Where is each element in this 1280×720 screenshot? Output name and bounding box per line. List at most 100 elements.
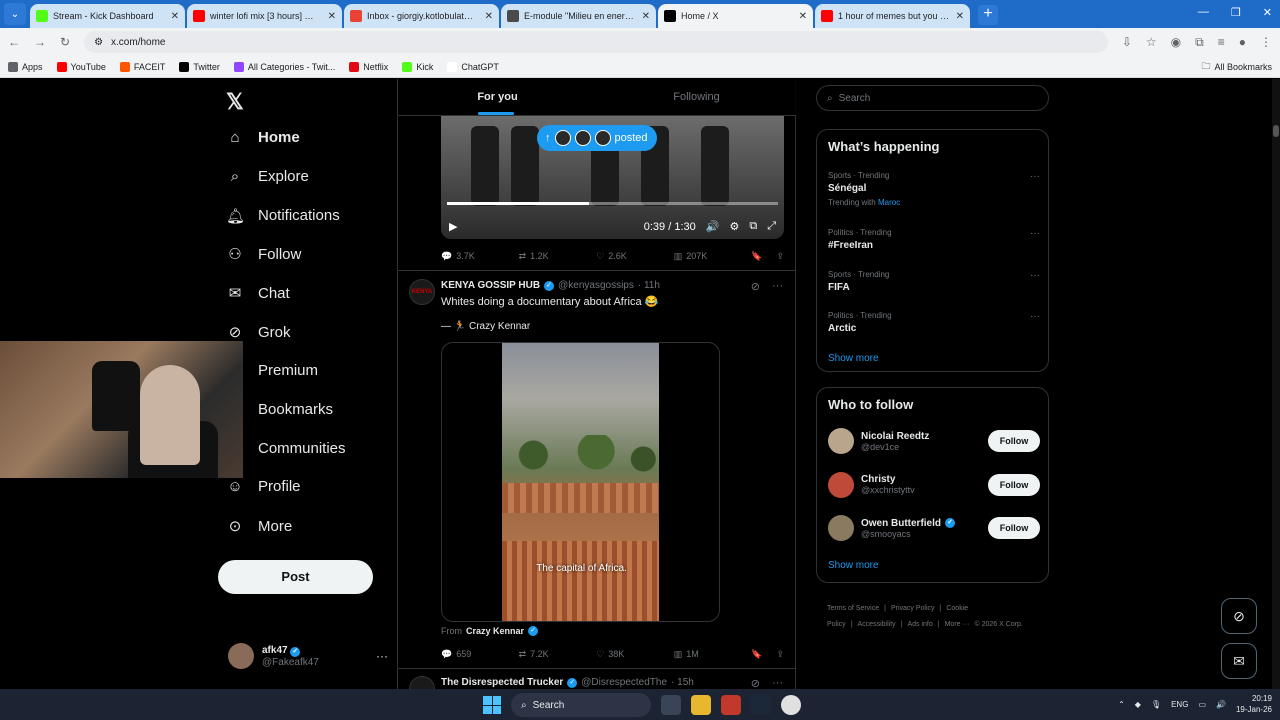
settings-icon[interactable]: ⚙ — [729, 220, 739, 233]
microphone-icon[interactable]: 🎙 — [1151, 700, 1161, 709]
browser-tab[interactable]: winter lofi mix [3 hours] ❄️ rela ✕ — [187, 4, 342, 28]
browser-tab[interactable]: E-module "Milieu en energie in ✕ — [501, 4, 656, 28]
trend-item[interactable]: Sports · Trending Sénégal Trending with Ma… — [828, 171, 1040, 207]
site-info-icon[interactable]: ⚙ — [94, 37, 103, 48]
nav-item-chat[interactable]: ✉ Chat — [226, 284, 290, 303]
show-more-link[interactable]: Show more — [828, 353, 879, 364]
more-dots-icon[interactable]: ··· — [772, 280, 783, 293]
browser-tab[interactable]: Stream - Kick Dashboard ✕ — [30, 4, 185, 28]
follow-suggestion[interactable]: Christy @xxchristyttv Follow — [828, 470, 1040, 500]
follow-button[interactable]: Follow — [988, 517, 1040, 539]
like-button[interactable]: ♡ 38K — [596, 649, 674, 660]
bookmark-item[interactable]: Apps — [8, 61, 43, 72]
display-icon[interactable]: ▭ — [1198, 700, 1206, 709]
browser-tab[interactable]: 1 hour of memes but you will la ✕ — [815, 4, 970, 28]
taskbar-search-input[interactable]: ⌕ Search — [511, 693, 651, 717]
views-button[interactable]: ▥ 1M — [674, 649, 752, 660]
footer-link[interactable]: © 2026 X Corp. — [974, 621, 1022, 628]
grok-icon[interactable]: ⊘ — [751, 280, 760, 293]
bookmark-item[interactable]: Twitter — [179, 61, 220, 72]
video-player[interactable]: ↑ posted ▶ 0:39 / 1:30 🔊 ⚙ ⧉ ⤢ — [441, 116, 784, 239]
footer-link[interactable]: Ads info — [907, 621, 932, 628]
close-tab-icon[interactable]: ✕ — [328, 11, 336, 22]
close-tab-icon[interactable]: ✕ — [799, 11, 807, 22]
star-icon[interactable]: ☆ — [1146, 35, 1157, 50]
file-explorer-icon[interactable] — [691, 695, 711, 715]
app-icon[interactable] — [721, 695, 741, 715]
scrollbar[interactable] — [1272, 79, 1280, 689]
tweet-author[interactable]: The Disrespected Trucker — [441, 677, 563, 688]
more-dots-icon[interactable]: ··· — [1030, 171, 1040, 182]
install-icon[interactable]: ⇩ — [1122, 35, 1132, 50]
bookmark-icon[interactable]: 🔖 — [751, 251, 762, 262]
follow-button[interactable]: Follow — [988, 473, 1040, 496]
nav-item-home[interactable]: ⌂ Home — [226, 129, 299, 146]
clock[interactable]: 20:19 19-Jan-26 — [1236, 693, 1272, 715]
video-player[interactable]: The capital of Africa. — [441, 342, 720, 622]
footer-link[interactable]: Accessibility — [858, 621, 896, 628]
media-icon[interactable]: ≡ — [1218, 35, 1225, 50]
trend-item[interactable]: Politics · Trending Arctic ··· — [828, 311, 1040, 334]
grok-fab-icon[interactable]: ⊘ — [1221, 598, 1257, 634]
task-view-icon[interactable] — [661, 695, 681, 715]
share-icon[interactable]: ⇪ — [776, 251, 784, 262]
bookmark-item[interactable]: YouTube — [56, 61, 106, 72]
pip-icon[interactable]: ⧉ — [749, 220, 757, 233]
tab-search-icon[interactable]: ⌄ — [4, 3, 26, 25]
tweet-time[interactable]: · 11h — [638, 280, 660, 291]
nav-item-explore[interactable]: ⌕ Explore — [226, 168, 309, 185]
footer-link[interactable]: Terms of Service — [827, 605, 879, 612]
scrollbar-thumb[interactable] — [1273, 125, 1279, 137]
reply-button[interactable]: 💬 659 — [441, 649, 519, 660]
footer-link[interactable]: Privacy Policy — [891, 605, 935, 612]
profile-avatar-icon[interactable]: ● — [1239, 35, 1246, 50]
repost-button[interactable]: ⇄ 1.2K — [519, 251, 597, 262]
like-button[interactable]: ♡ 2.6K — [596, 251, 674, 262]
close-tab-icon[interactable]: ✕ — [956, 11, 964, 22]
bookmark-item[interactable]: Kick — [402, 61, 433, 72]
repost-button[interactable]: ⇄ 7.2K — [519, 649, 597, 660]
language-indicator[interactable]: ENG — [1171, 700, 1188, 709]
follow-button[interactable]: Follow — [988, 430, 1040, 452]
views-button[interactable]: ▥ 207K — [674, 251, 752, 262]
more-dots-icon[interactable]: ··· — [1030, 270, 1040, 281]
volume-icon[interactable]: 🔊 — [1216, 700, 1226, 709]
more-dots-icon[interactable]: ··· — [1030, 311, 1040, 322]
browser-tab[interactable]: Inbox - giorgiy.kotlobulat@vda ✕ — [344, 4, 499, 28]
search-input[interactable]: ⌕ Search — [816, 85, 1049, 111]
nav-item-follow[interactable]: ⚇ Follow — [226, 245, 301, 264]
video-progress-bar[interactable] — [447, 202, 778, 205]
share-icon[interactable]: ⇪ — [776, 649, 784, 660]
minimize-icon[interactable]: — — [1198, 6, 1209, 19]
tab-for-you[interactable]: For you — [398, 79, 597, 115]
follow-suggestion[interactable]: Nicolai Reedtz @dev1ce Follow — [828, 426, 1040, 456]
tweet-time[interactable]: · 15h — [671, 677, 694, 688]
trend-item[interactable]: Sports · Trending FIFA ··· — [828, 270, 1040, 293]
footer-link[interactable]: More ··· — [945, 621, 970, 628]
nav-item-notifications[interactable]: 🔔︎ Notifications — [226, 207, 340, 225]
restore-icon[interactable]: ❐ — [1231, 6, 1241, 19]
bookmark-icon[interactable]: 🔖 — [751, 649, 762, 660]
play-icon[interactable]: ▶ — [449, 220, 457, 233]
x-logo-icon[interactable]: 𝕏 — [226, 89, 244, 115]
nav-item-grok[interactable]: ⊘ Grok — [226, 323, 291, 342]
tweet-handle[interactable]: @DisrespectedThe — [581, 677, 667, 688]
bookmark-item[interactable]: FACEIT — [119, 61, 165, 72]
browser-tab[interactable]: Home / X ✕ — [658, 4, 813, 28]
tab-following[interactable]: Following — [597, 79, 796, 115]
nav-item-communities[interactable]: ⚭Communities — [226, 439, 346, 458]
close-tab-icon[interactable]: ✕ — [171, 11, 179, 22]
messages-fab-icon[interactable]: ✉ — [1221, 643, 1257, 679]
source-name[interactable]: Crazy Kennar — [466, 626, 524, 636]
bookmark-item[interactable]: Netflix — [349, 61, 388, 72]
show-more-link[interactable]: Show more — [828, 560, 879, 571]
bookmark-item[interactable]: All Categories - Twit... — [233, 61, 335, 72]
grok-icon[interactable]: ⊘ — [751, 677, 760, 689]
puzzle-icon[interactable]: ⧉ — [1195, 35, 1204, 50]
fullscreen-icon[interactable]: ⤢ — [767, 220, 776, 233]
reload-icon[interactable]: ↻ — [60, 35, 70, 49]
tweet-author[interactable]: KENYA GOSSIP HUB — [441, 280, 540, 291]
chrome-icon[interactable] — [781, 695, 801, 715]
tweet-handle[interactable]: @kenyasgossips — [558, 280, 634, 291]
chevron-up-icon[interactable]: ⌃ — [1118, 700, 1125, 709]
